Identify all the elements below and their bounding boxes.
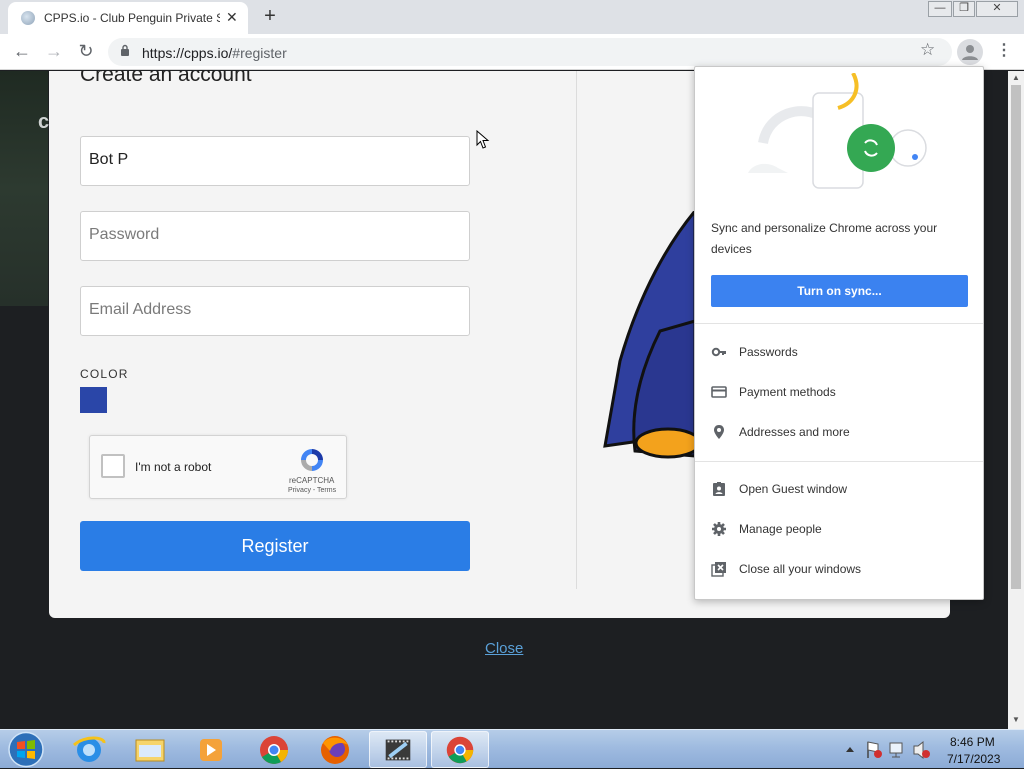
menu-item-label: Manage people bbox=[739, 522, 822, 536]
menu-item-addresses[interactable]: Addresses and more bbox=[695, 413, 983, 449]
bookmark-star-icon[interactable]: ☆ bbox=[920, 40, 935, 60]
clock-date[interactable]: 7/17/2023 bbox=[947, 752, 1000, 766]
url-text: https://cpps.io/#register bbox=[142, 45, 287, 61]
menu-divider bbox=[695, 461, 983, 462]
address-bar[interactable]: https://cpps.io/#register bbox=[108, 38, 952, 66]
scrollbar-thumb[interactable] bbox=[1011, 85, 1021, 589]
register-button[interactable]: Register bbox=[80, 521, 470, 571]
windows-taskbar: 8:46 PM 7/17/2023 bbox=[0, 729, 1024, 768]
credit-card-icon bbox=[711, 386, 727, 398]
password-input[interactable]: Password bbox=[80, 211, 470, 261]
action-center-flag-icon[interactable] bbox=[867, 741, 882, 758]
back-button[interactable]: ← bbox=[11, 41, 33, 62]
minimize-button[interactable]: — bbox=[928, 1, 952, 17]
penguin-illustration bbox=[603, 211, 700, 459]
recaptcha-checkbox[interactable] bbox=[101, 454, 125, 478]
recaptcha-logo-icon bbox=[301, 449, 323, 471]
turn-on-sync-button[interactable]: Turn on sync... bbox=[711, 275, 968, 307]
tab-close-button[interactable]: ✕ bbox=[226, 9, 238, 26]
scroll-down-arrow-icon[interactable]: ▼ bbox=[1012, 715, 1020, 724]
chrome-active-icon[interactable] bbox=[431, 731, 489, 768]
color-picker-swatch[interactable] bbox=[80, 387, 107, 413]
show-hidden-icons-icon[interactable] bbox=[846, 747, 854, 752]
menu-item-guest-window[interactable]: Open Guest window bbox=[695, 470, 983, 506]
menu-item-label: Payment methods bbox=[739, 385, 836, 399]
chrome-menu-button[interactable]: ⋮ bbox=[996, 40, 1012, 60]
color-label: COLOR bbox=[80, 367, 129, 381]
modal-divider bbox=[576, 71, 577, 589]
recaptcha-widget: I'm not a robot reCAPTCHA Privacy - Term… bbox=[89, 435, 347, 499]
chrome-icon[interactable] bbox=[245, 731, 303, 768]
menu-item-manage-people[interactable]: Manage people bbox=[695, 510, 983, 546]
close-link[interactable]: Close bbox=[485, 640, 523, 657]
profile-menu: Sync and personalize Chrome across your … bbox=[694, 66, 984, 600]
guest-icon bbox=[713, 482, 725, 496]
gear-icon bbox=[712, 522, 726, 536]
recaptcha-terms-link[interactable]: Privacy - Terms bbox=[288, 487, 336, 494]
window-close-button[interactable]: ✕ bbox=[976, 1, 1018, 17]
location-pin-icon bbox=[714, 425, 724, 439]
forward-button[interactable]: → bbox=[43, 41, 65, 62]
tab-strip: CPPS.io - Club Penguin Private Se ✕ + — … bbox=[0, 0, 1024, 34]
username-input[interactable]: Bot P bbox=[80, 136, 470, 186]
menu-item-label: Addresses and more bbox=[739, 425, 850, 439]
browser-tab[interactable]: CPPS.io - Club Penguin Private Se ✕ bbox=[8, 2, 248, 34]
email-input[interactable]: Email Address bbox=[80, 286, 470, 336]
lock-icon[interactable] bbox=[120, 44, 130, 56]
scroll-up-arrow-icon[interactable]: ▲ bbox=[1012, 73, 1020, 82]
profile-avatar-button[interactable] bbox=[957, 39, 983, 65]
internet-explorer-icon[interactable] bbox=[60, 731, 118, 768]
reload-button[interactable]: ↻ bbox=[75, 41, 97, 62]
key-icon bbox=[711, 347, 726, 357]
network-icon[interactable] bbox=[889, 742, 903, 758]
media-player-icon[interactable] bbox=[182, 731, 240, 768]
menu-item-label: Open Guest window bbox=[739, 482, 848, 496]
recaptcha-brand: reCAPTCHA bbox=[289, 476, 335, 485]
close-windows-icon bbox=[711, 562, 726, 577]
tab-title: CPPS.io - Club Penguin Private Se bbox=[44, 11, 220, 25]
clock-time[interactable]: 8:46 PM bbox=[950, 735, 995, 749]
sync-illustration bbox=[748, 73, 927, 189]
site-favicon-icon bbox=[21, 11, 35, 25]
file-explorer-icon[interactable] bbox=[121, 731, 179, 768]
start-button[interactable] bbox=[2, 730, 50, 769]
new-tab-button[interactable]: + bbox=[258, 5, 282, 28]
page-scrollbar[interactable]: ▲ ▼ bbox=[1008, 71, 1024, 729]
recaptcha-label: I'm not a robot bbox=[135, 460, 212, 474]
menu-item-payment-methods[interactable]: Payment methods bbox=[695, 373, 983, 409]
menu-item-close-windows[interactable]: Close all your windows bbox=[695, 550, 983, 586]
menu-divider bbox=[695, 323, 983, 324]
menu-item-label: Close all your windows bbox=[739, 562, 862, 576]
browser-toolbar: ← → ↻ https://cpps.io/#register ☆ ⋮ bbox=[0, 34, 1024, 70]
volume-muted-icon[interactable] bbox=[913, 740, 930, 760]
menu-item-label: Passwords bbox=[739, 345, 798, 359]
background-glyph: c bbox=[38, 111, 50, 133]
firefox-icon[interactable] bbox=[306, 731, 364, 768]
menu-item-passwords[interactable]: Passwords bbox=[695, 333, 983, 369]
page-title: Create an account bbox=[80, 71, 252, 86]
sync-description: Sync and personalize Chrome across your … bbox=[711, 221, 938, 256]
movie-maker-icon[interactable] bbox=[369, 731, 427, 768]
person-icon bbox=[962, 45, 978, 60]
mouse-cursor-icon bbox=[476, 130, 490, 149]
restore-button[interactable]: ❐ bbox=[953, 1, 975, 17]
background-image bbox=[0, 71, 48, 306]
